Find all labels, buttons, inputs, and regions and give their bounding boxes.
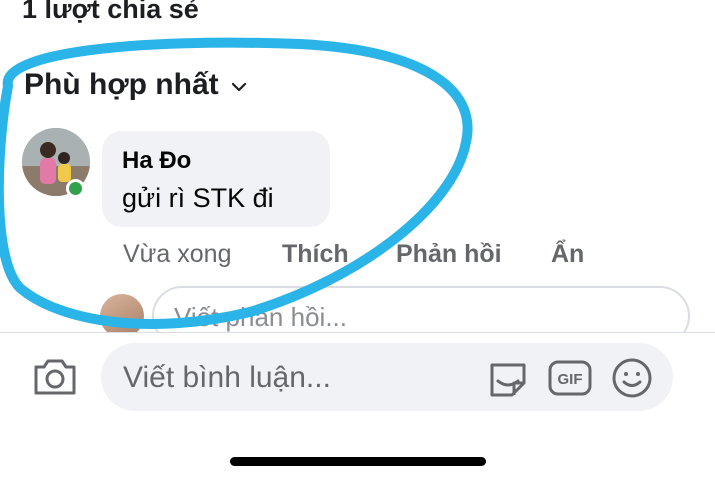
home-indicator — [230, 457, 486, 466]
gif-icon[interactable]: GIF — [548, 359, 592, 397]
sticker-icon[interactable] — [486, 357, 530, 399]
camera-icon[interactable] — [32, 355, 78, 397]
gif-label: GIF — [558, 371, 583, 388]
emoji-icon[interactable] — [611, 357, 653, 399]
comment-placeholder: Viết bình luận... — [123, 361, 331, 394]
comment-composer: Viết bình luận... GIF — [0, 333, 715, 480]
comment-input[interactable]: Viết bình luận... GIF — [101, 343, 673, 411]
